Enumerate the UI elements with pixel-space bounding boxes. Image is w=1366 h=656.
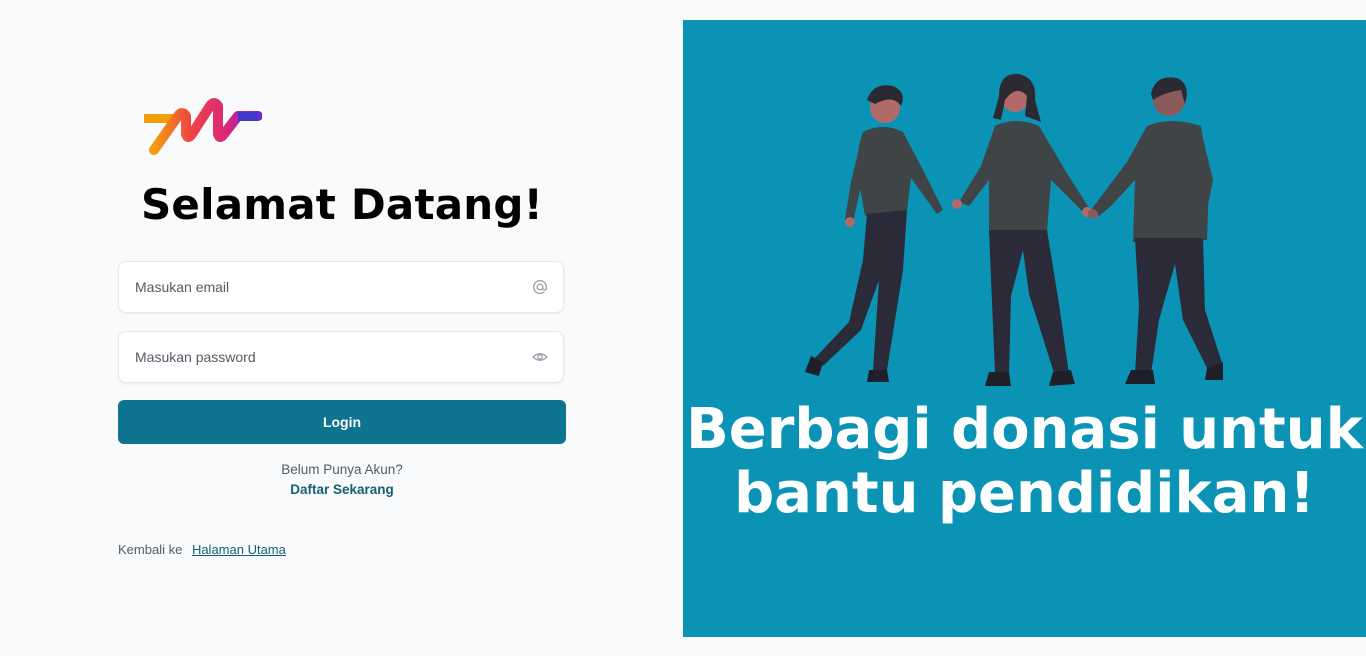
person-left: [805, 85, 943, 382]
back-to-home: Kembali ke Halaman Utama: [118, 542, 286, 557]
login-button[interactable]: Login: [118, 400, 566, 444]
password-field-wrapper: [118, 331, 564, 383]
hero-tagline: Berbagi donasi untuk bantu pendidikan!: [683, 398, 1366, 526]
person-right: [1088, 77, 1223, 384]
email-field-wrapper: [118, 261, 564, 313]
password-input[interactable]: [135, 332, 515, 382]
login-page: Selamat Datang! Login Belum Punya Akun? …: [0, 0, 1366, 656]
person-middle: [952, 73, 1092, 386]
email-input[interactable]: [135, 262, 515, 312]
page-title: Selamat Datang!: [140, 180, 544, 229]
login-panel: Selamat Datang! Login Belum Punya Akun? …: [0, 0, 683, 656]
back-label: Kembali ke: [118, 542, 183, 557]
people-holding-hands-illustration: [805, 73, 1223, 386]
no-account-text: Belum Punya Akun?: [281, 462, 403, 477]
brand-logo: [144, 98, 262, 155]
register-link[interactable]: Daftar Sekarang: [118, 482, 566, 497]
home-link[interactable]: Halaman Utama: [192, 542, 286, 557]
tagline-line-1: Berbagi donasi untuk: [686, 397, 1363, 462]
at-icon: [531, 278, 549, 296]
tagline-line-2: bantu pendidikan!: [734, 461, 1315, 526]
hero-panel: Berbagi donasi untuk bantu pendidikan!: [683, 20, 1366, 637]
eye-icon[interactable]: [531, 348, 549, 366]
